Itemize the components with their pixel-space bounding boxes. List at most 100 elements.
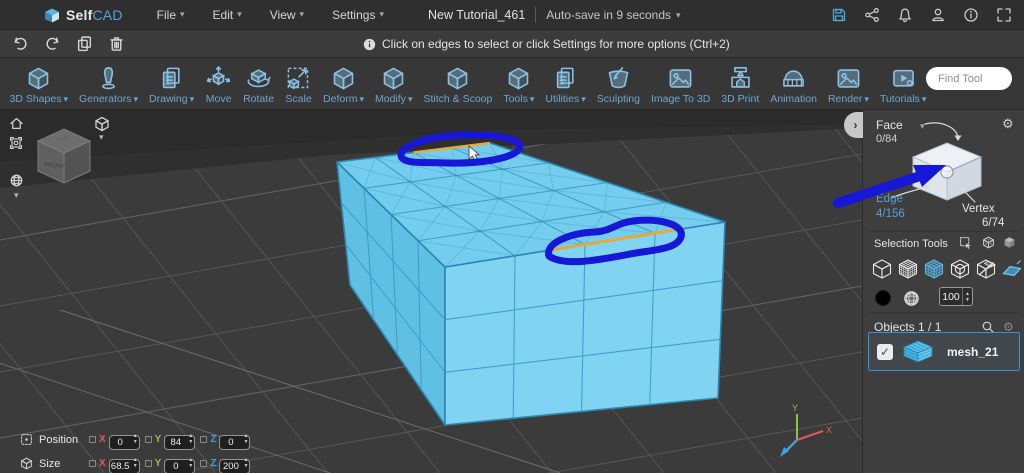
capture-view-icon[interactable] <box>9 136 23 150</box>
tool-tutorials[interactable]: Tutorials ▾ <box>874 57 931 109</box>
menu-view[interactable]: View ▾ <box>256 0 318 30</box>
pin-icon <box>95 65 122 92</box>
img-icon <box>835 65 862 92</box>
object-visibility-checkbox[interactable]: ✓ <box>877 343 893 360</box>
chevron-down-icon: ▾ <box>299 9 305 19</box>
spinner-arrows[interactable]: ▲ ▼ <box>133 457 138 469</box>
menu-file[interactable]: File ▾ <box>143 0 199 30</box>
tool-modify[interactable]: Modify ▾ <box>370 57 418 109</box>
history-actions <box>12 35 125 52</box>
vertex-label[interactable]: Vertex <box>962 203 995 215</box>
workspace-settings-icon[interactable] <box>9 173 24 188</box>
menu-edit[interactable]: Edit ▾ <box>199 0 256 30</box>
object-row[interactable]: ✓ mesh_21 <box>868 332 1020 371</box>
home-view-icon[interactable] <box>9 116 24 131</box>
solid-cube-icon[interactable] <box>1003 236 1016 249</box>
chevron-down-icon: ▾ <box>189 93 195 104</box>
dice-select-icon[interactable] <box>982 236 995 249</box>
spinner-arrows[interactable]: ▲ ▼ <box>188 457 193 469</box>
share-icon[interactable] <box>864 7 880 23</box>
selfcad-logo-icon <box>44 7 60 23</box>
position-z-group: Z ▲▼ <box>200 432 251 450</box>
selfcad-logo[interactable]: SelfCAD <box>44 7 123 23</box>
isometric-view-icon[interactable] <box>94 116 110 132</box>
spinner-arrows[interactable]: ▲ ▼ <box>188 433 193 445</box>
tolerance-spinbox[interactable]: ▲▼ <box>939 287 973 306</box>
axis-lock-checkbox[interactable] <box>200 436 208 443</box>
chevron-down-icon: ▾ <box>180 9 185 19</box>
axis-lock-checkbox[interactable] <box>144 436 152 443</box>
fullscreen-icon[interactable] <box>996 7 1012 23</box>
topbar: SelfCAD File ▾ Edit ▾ View ▾ Settings ▾ New Tut… <box>0 0 1024 30</box>
size-icon <box>20 457 33 470</box>
marquee-select-icon[interactable] <box>959 236 972 249</box>
brand-name: SelfCAD <box>66 6 123 23</box>
find-tool-input[interactable] <box>926 67 1012 90</box>
plane-select-icon[interactable] <box>1001 258 1023 280</box>
chevron-down-icon[interactable]: ▾ <box>14 190 19 201</box>
tool-move[interactable]: Move <box>200 57 238 109</box>
spinner-arrows[interactable]: ▲ ▼ <box>244 457 249 469</box>
panel-collapse-tab[interactable]: › <box>844 112 863 138</box>
spinner-arrows[interactable]: ▲ ▼ <box>962 288 972 305</box>
size-x-group: X ▲▼ <box>89 456 140 473</box>
tool-sculpting[interactable]: Sculpting <box>591 57 645 109</box>
mode-selector[interactable]: Face ▾ <box>876 118 925 132</box>
save-icon[interactable] <box>831 7 847 23</box>
tool-3d-shapes[interactable]: 3D Shapes ▾ <box>4 57 73 109</box>
axis-lock-checkbox[interactable] <box>144 460 152 467</box>
redo-icon[interactable] <box>44 35 61 52</box>
face-count: 0/84 <box>876 133 898 145</box>
tool-utilities[interactable]: Utilities ▾ <box>540 57 591 109</box>
chevron-down-icon: ▾ <box>864 93 869 104</box>
tolerance-input[interactable] <box>940 288 962 305</box>
spinner-arrows[interactable]: ▲ ▼ <box>133 433 138 445</box>
tool-rotate[interactable]: Rotate <box>238 57 280 109</box>
chevron-down-icon[interactable]: ▾ <box>99 132 104 143</box>
title-divider <box>535 7 537 23</box>
cube-dense-mesh-icon[interactable] <box>897 258 919 280</box>
axis-lock-checkbox[interactable] <box>200 460 208 467</box>
menu-settings[interactable]: Settings ▾ <box>318 0 398 30</box>
cube-sphere-icon[interactable] <box>949 258 971 280</box>
tool-drawing[interactable]: Drawing ▾ <box>144 57 200 109</box>
view-cube[interactable]: FRONTTOP <box>32 126 96 198</box>
object-name: mesh_21 <box>947 344 999 359</box>
notifications-icon[interactable] <box>897 7 913 23</box>
spinner-arrows[interactable]: ▲ ▼ <box>244 433 249 445</box>
tool-generators[interactable]: Generators ▾ <box>73 57 143 109</box>
undo-icon[interactable] <box>12 35 29 52</box>
autosave-status[interactable]: Auto-save in 9 seconds ▾ <box>546 8 680 22</box>
chevron-down-icon: ▾ <box>379 9 384 19</box>
info-icon[interactable] <box>963 7 979 23</box>
chevron-down-icon: ▾ <box>133 93 139 104</box>
delete-icon[interactable] <box>108 35 125 52</box>
cube-slice-icon[interactable] <box>975 258 997 280</box>
account-icon[interactable] <box>930 7 946 23</box>
size-row: Size X ▲▼ Y ▲▼ Z ▲▼ <box>20 455 255 473</box>
viewport-3d[interactable]: YX FRONTTOP ▾ ▾ PositionX▲▼Y▲▼Z▲▼SizeX▲▼… <box>0 110 862 473</box>
tool-tools[interactable]: Tools ▾ <box>498 57 540 109</box>
axis-lock-checkbox[interactable] <box>89 436 96 443</box>
svg-text:Y: Y <box>792 403 798 413</box>
cube-mesh-active-icon[interactable] <box>923 258 945 280</box>
tool-image-to-3d[interactable]: Image To 3D <box>645 57 715 109</box>
tool-3d-print[interactable]: 3D Print <box>716 57 765 109</box>
tool-stitch-scoop[interactable]: Stitch & Scoop <box>418 57 498 109</box>
size-y-group: Y ▲▼ <box>144 456 196 473</box>
edge-label[interactable]: Edge <box>876 193 903 205</box>
tool-deform[interactable]: Deform ▾ <box>318 57 370 109</box>
color-swatch[interactable] <box>875 290 891 306</box>
chevron-down-icon: ▾ <box>359 93 364 104</box>
edge-count: 4/156 <box>876 208 905 220</box>
play-icon <box>890 65 917 92</box>
axis-lock-checkbox[interactable] <box>89 460 96 467</box>
axis-label: Z <box>210 458 217 469</box>
cube-outline-icon[interactable] <box>871 258 893 280</box>
tool-animation[interactable]: Animation <box>765 57 823 109</box>
material-sphere-icon[interactable] <box>903 290 920 307</box>
tool-render[interactable]: Render ▾ <box>822 57 874 109</box>
tool-scale[interactable]: Scale <box>280 57 318 109</box>
gear-icon[interactable]: ⚙ <box>1002 117 1014 130</box>
copy-icon[interactable] <box>76 35 93 52</box>
